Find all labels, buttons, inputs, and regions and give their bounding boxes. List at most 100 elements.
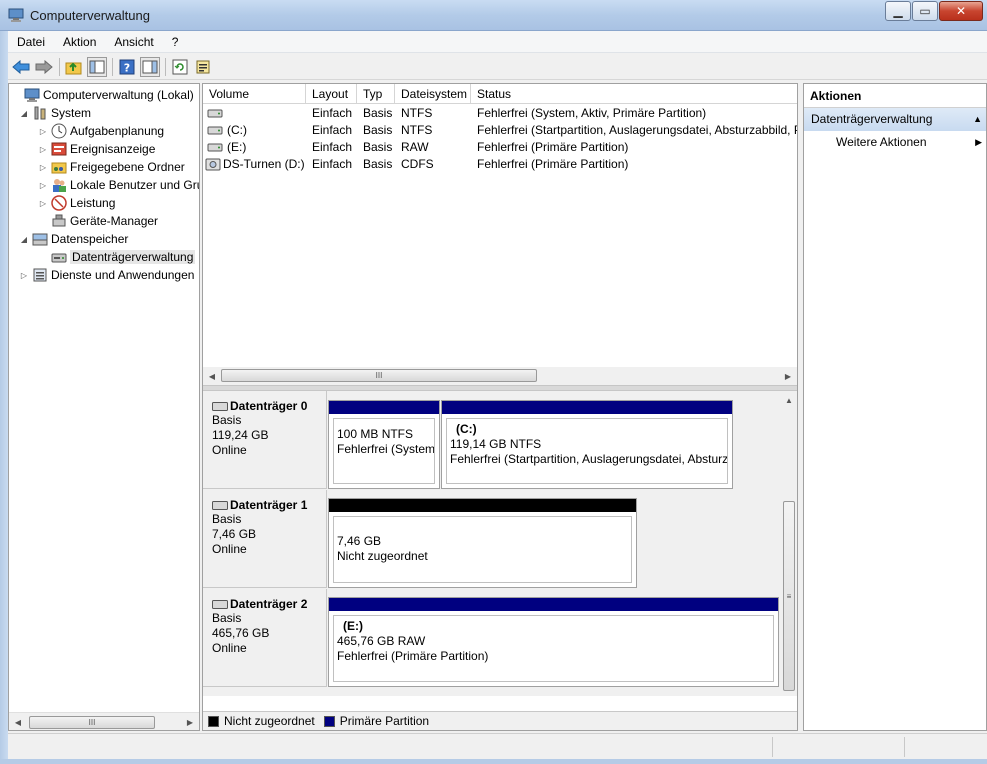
disk-info[interactable]: Datenträger 1 Basis 7,46 GB Online	[203, 490, 327, 588]
disk-row: Datenträger 0 Basis 119,24 GB Online 100…	[203, 391, 781, 489]
tree-item-label: Aufgabenplanung	[70, 124, 165, 138]
actions-section-disk-management[interactable]: Datenträgerverwaltung ▲	[804, 108, 986, 131]
tree-item-performance[interactable]: ▷ Leistung	[38, 194, 115, 212]
tree-item-label: Freigegebene Ordner	[70, 160, 185, 174]
column-header-volume[interactable]: Volume	[203, 84, 306, 104]
menu-help[interactable]: ?	[163, 35, 188, 49]
minimize-button[interactable]: ▁	[885, 1, 911, 21]
legend-label-primary: Primäre Partition	[339, 714, 430, 728]
tree-item-task-scheduler[interactable]: ▷ Aufgabenplanung	[38, 122, 164, 140]
status-bar	[8, 733, 987, 759]
collapsed-arrow-icon[interactable]: ▷	[19, 271, 29, 280]
tree-item-label: Ereignisanzeige	[70, 142, 156, 156]
refresh-icon[interactable]	[170, 57, 190, 77]
partition-block[interactable]: (E:) 465,76 GB RAW Fehlerfrei (Primäre P…	[328, 597, 779, 687]
collapsed-arrow-icon[interactable]: ▷	[38, 145, 48, 154]
scroll-thumb[interactable]: ≡	[783, 501, 795, 691]
table-row[interactable]: (C:) Einfach Basis NTFS Fehlerfrei (Star…	[203, 122, 797, 139]
scroll-thumb[interactable]: III	[221, 369, 537, 382]
disk-info[interactable]: Datenträger 0 Basis 119,24 GB Online	[203, 391, 327, 489]
partition-block[interactable]: (C:) 119,14 GB NTFS Fehlerfrei (Startpar…	[441, 400, 733, 489]
show-action-pane-icon[interactable]	[140, 56, 160, 77]
tree-item-event-viewer[interactable]: ▷ Ereignisanzeige	[38, 140, 155, 158]
task-scheduler-icon	[51, 123, 67, 139]
menu-ansicht[interactable]: Ansicht	[105, 35, 162, 49]
column-header-filesystem[interactable]: Dateisystem	[395, 84, 471, 104]
scroll-right-arrow-icon[interactable]: ▶	[781, 368, 795, 384]
close-button[interactable]: ✕	[939, 1, 983, 21]
tree-item-shared-folders[interactable]: ▷ Freigegebene Ordner	[38, 158, 185, 176]
cell-type: Basis	[363, 123, 393, 137]
partition-block[interactable]: 100 MB NTFS Fehlerfrei (System,	[328, 400, 440, 489]
disk-row: Datenträger 1 Basis 7,46 GB Online 7,46 …	[203, 490, 781, 588]
cell-volume: (E:)	[227, 140, 247, 154]
menu-aktion[interactable]: Aktion	[54, 35, 105, 49]
partition-block[interactable]: 7,46 GB Nicht zugeordnet	[328, 498, 637, 588]
collapsed-arrow-icon[interactable]: ▷	[38, 163, 48, 172]
disk-state: Online	[212, 641, 247, 655]
scroll-thumb[interactable]: III	[29, 716, 155, 729]
forward-arrow-icon[interactable]	[34, 57, 54, 77]
disk-info[interactable]: Datenträger 2 Basis 465,76 GB Online	[203, 589, 327, 687]
column-header-status[interactable]: Status	[471, 84, 797, 104]
back-arrow-icon[interactable]	[11, 57, 31, 77]
collapsed-arrow-icon[interactable]: ▷	[38, 199, 48, 208]
scroll-right-arrow-icon[interactable]: ▶	[183, 714, 197, 730]
volume-list: Volume Layout Typ Dateisystem Status Ein…	[203, 84, 797, 369]
tree-item-disk-management[interactable]: Datenträgerverwaltung	[38, 248, 196, 266]
help-icon[interactable]: ?	[117, 57, 137, 77]
table-row[interactable]: (E:) Einfach Basis RAW Fehlerfrei (Primä…	[203, 139, 797, 156]
tree-item-device-manager[interactable]: Geräte-Manager	[38, 212, 158, 230]
console-tree: Computerverwaltung (Lokal) ◢ System ▷ Au…	[8, 83, 200, 731]
scroll-left-arrow-icon[interactable]: ◀	[11, 714, 25, 730]
scroll-up-arrow-icon[interactable]: ▲	[782, 392, 796, 408]
tree-item-system[interactable]: ◢ System	[19, 104, 91, 122]
partition-status: Fehlerfrei (Startpartition, Auslagerungs…	[450, 452, 728, 466]
action-more-actions[interactable]: Weitere Aktionen ▶	[804, 131, 986, 153]
tree-item-label: Lokale Benutzer und Gru	[70, 178, 200, 192]
cell-volume: DS-Turnen (D:)	[223, 157, 305, 171]
hdd-icon	[212, 500, 228, 510]
tree-item-label: Datenträgerverwaltung	[70, 250, 196, 264]
storage-icon	[32, 231, 48, 247]
tree-horizontal-scrollbar[interactable]: ◀ III ▶	[9, 712, 199, 730]
actions-section-label: Datenträgerverwaltung	[811, 112, 933, 126]
properties-icon[interactable]	[193, 57, 213, 77]
cell-filesystem: CDFS	[401, 157, 434, 171]
column-header-layout[interactable]: Layout	[306, 84, 357, 104]
collapsed-arrow-icon[interactable]: ▷	[38, 181, 48, 190]
table-row[interactable]: Einfach Basis NTFS Fehlerfrei (System, A…	[203, 105, 797, 122]
maximize-button[interactable]: ▭	[912, 1, 938, 21]
services-icon	[32, 267, 48, 283]
table-row[interactable]: DS-Turnen (D:) Einfach Basis CDFS Fehler…	[203, 156, 797, 173]
scroll-left-arrow-icon[interactable]: ◀	[205, 368, 219, 384]
partition-status: Fehlerfrei (System,	[337, 442, 435, 456]
hdd-icon	[212, 599, 228, 609]
cell-layout: Einfach	[312, 157, 353, 171]
menu-datei[interactable]: Datei	[8, 35, 54, 49]
status-bar-separator	[904, 737, 905, 757]
actions-header: Aktionen	[804, 84, 986, 108]
volume-list-horizontal-scrollbar[interactable]: ◀ III ▶	[203, 367, 797, 385]
tree-item-computer-management[interactable]: Computerverwaltung (Lokal)	[11, 86, 194, 104]
expanded-arrow-icon[interactable]: ◢	[19, 109, 29, 118]
partition-size: 7,46 GB	[337, 534, 382, 548]
column-header-type[interactable]: Typ	[357, 84, 395, 104]
collapse-arrow-icon[interactable]: ▲	[973, 108, 982, 131]
disk-view-vertical-scrollbar[interactable]: ▲ ≡	[781, 391, 797, 696]
legend-swatch-primary	[323, 715, 335, 727]
cell-status: Fehlerfrei (System, Aktiv, Primäre Parti…	[477, 106, 707, 120]
window-border-bottom	[0, 759, 987, 764]
tree-item-services[interactable]: ▷ Dienste und Anwendungen	[19, 266, 195, 284]
cell-filesystem: RAW	[401, 140, 429, 154]
collapsed-arrow-icon[interactable]: ▷	[38, 127, 48, 136]
cell-type: Basis	[363, 157, 393, 171]
tree-item-local-users[interactable]: ▷ Lokale Benutzer und Gru	[38, 176, 200, 194]
show-console-tree-icon[interactable]	[87, 56, 107, 77]
cell-layout: Einfach	[312, 106, 353, 120]
up-folder-icon[interactable]	[64, 57, 84, 77]
tree-item-storage[interactable]: ◢ Datenspeicher	[19, 230, 128, 248]
title-bar[interactable]: Computerverwaltung ▁ ▭ ✕	[0, 0, 987, 31]
expanded-arrow-icon[interactable]: ◢	[19, 235, 29, 244]
shared-folders-icon	[51, 159, 67, 175]
